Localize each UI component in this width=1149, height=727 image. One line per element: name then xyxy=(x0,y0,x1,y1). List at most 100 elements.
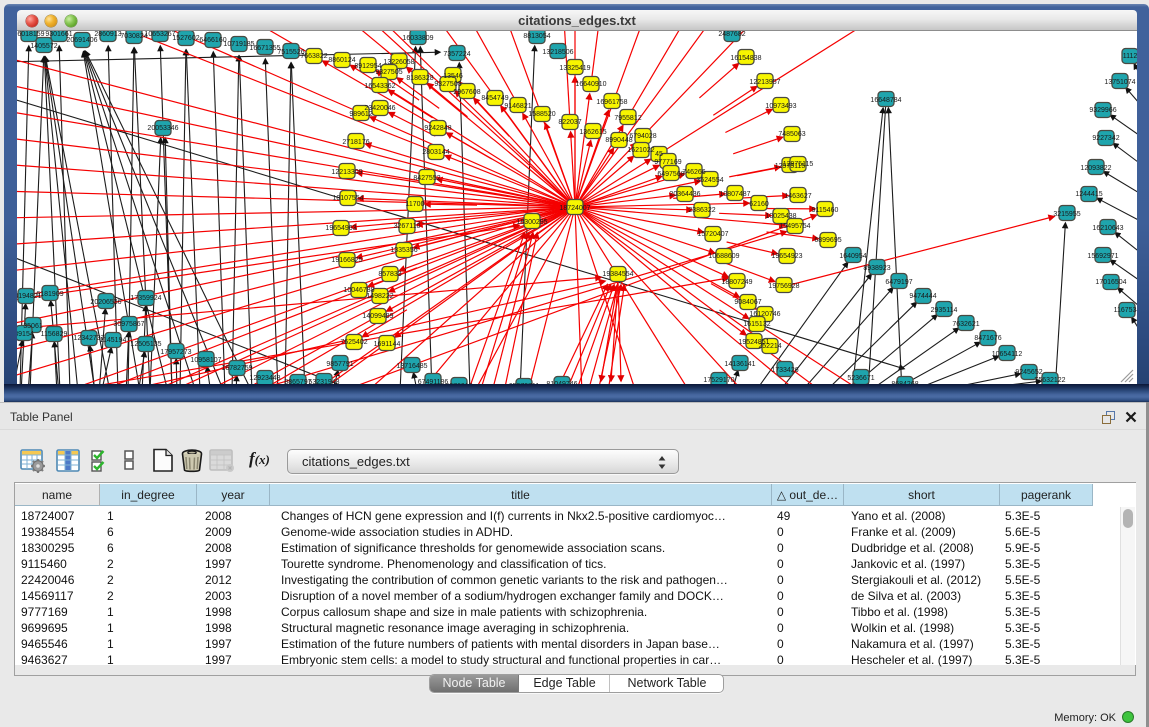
svg-text:14099489: 14099489 xyxy=(362,313,393,320)
svg-text:18300295: 18300295 xyxy=(516,219,547,226)
svg-text:1588520: 1588520 xyxy=(528,111,555,118)
svg-text:15720407: 15720407 xyxy=(697,231,728,238)
svg-text:15692971: 15692971 xyxy=(1087,253,1118,260)
svg-text:9777169: 9777169 xyxy=(654,159,681,166)
svg-text:12923448: 12923448 xyxy=(249,375,280,382)
svg-text:19654923: 19654923 xyxy=(771,253,802,260)
svg-text:1527602: 1527602 xyxy=(172,35,199,42)
svg-text:17016504: 17016504 xyxy=(1095,279,1126,286)
svg-text:12505135: 12505135 xyxy=(130,341,161,348)
svg-text:1145194: 1145194 xyxy=(100,337,127,344)
svg-text:9245652: 9245652 xyxy=(1015,369,1042,376)
svg-text:2803144: 2803144 xyxy=(422,149,449,156)
svg-text:2935114: 2935114 xyxy=(931,307,958,314)
svg-text:7663822: 7663822 xyxy=(300,53,327,60)
svg-text:8186328: 8186328 xyxy=(406,75,433,82)
svg-text:1463627: 1463627 xyxy=(784,193,811,200)
svg-text:11700: 11700 xyxy=(406,201,425,208)
svg-text:2386322: 2386322 xyxy=(688,207,715,214)
svg-text:16033809: 16033809 xyxy=(402,35,433,42)
svg-text:20691406: 20691406 xyxy=(66,37,97,44)
svg-text:8454749: 8454749 xyxy=(481,95,508,102)
svg-text:1733426: 1733426 xyxy=(771,367,798,374)
svg-text:12093822: 12093822 xyxy=(1080,165,1111,172)
svg-text:9084067: 9084067 xyxy=(734,299,761,306)
svg-text:7632621: 7632621 xyxy=(952,321,979,328)
svg-text:8813054: 8813054 xyxy=(523,33,550,40)
svg-text:3624554: 3624554 xyxy=(696,177,723,184)
svg-text:9327508: 9327508 xyxy=(434,81,461,88)
svg-text:6479197: 6479197 xyxy=(885,279,912,286)
svg-text:857833: 857833 xyxy=(378,271,401,278)
svg-text:8860124: 8860124 xyxy=(328,57,355,64)
svg-text:9146821: 9146821 xyxy=(504,103,531,110)
svg-text:19384554: 19384554 xyxy=(602,271,633,278)
svg-text:10973493: 10973493 xyxy=(765,103,796,110)
svg-text:7955812: 7955812 xyxy=(614,115,641,122)
svg-text:822037: 822037 xyxy=(558,119,581,126)
svg-text:1244415: 1244415 xyxy=(1075,191,1102,198)
svg-text:16648784: 16648784 xyxy=(870,97,901,104)
svg-text:1640954: 1640954 xyxy=(839,253,866,260)
svg-text:20053346: 20053346 xyxy=(147,125,178,132)
svg-text:16782759: 16782759 xyxy=(221,365,252,372)
svg-text:7357224: 7357224 xyxy=(443,51,470,58)
svg-text:39154: 39154 xyxy=(17,331,34,338)
svg-text:19756928: 19756928 xyxy=(768,283,799,290)
svg-text:17529170: 17529170 xyxy=(703,377,734,384)
svg-text:16120746: 16120746 xyxy=(749,311,780,318)
svg-text:5236671: 5236671 xyxy=(847,375,874,382)
svg-text:8471676: 8471676 xyxy=(974,335,1001,342)
svg-text:1621022: 1621022 xyxy=(627,147,654,154)
svg-text:10807487: 10807487 xyxy=(719,191,750,198)
svg-text:989612: 989612 xyxy=(349,111,372,118)
svg-text:16671355: 16671355 xyxy=(249,45,280,52)
svg-text:13325419: 13325419 xyxy=(559,65,590,72)
svg-text:23420046: 23420046 xyxy=(364,105,395,112)
svg-text:10958107: 10958107 xyxy=(190,357,221,364)
svg-text:9327505: 9327505 xyxy=(375,69,402,76)
svg-text:9115460: 9115460 xyxy=(812,207,839,214)
svg-text:20364436: 20364436 xyxy=(669,191,700,198)
svg-text:252214: 252214 xyxy=(758,343,781,350)
svg-text:16154838: 16154838 xyxy=(730,55,761,62)
svg-text:1498222: 1498222 xyxy=(366,293,393,300)
svg-text:3215955: 3215955 xyxy=(1053,211,1080,218)
svg-text:746266: 746266 xyxy=(682,169,705,176)
svg-text:9227342: 9227342 xyxy=(1092,135,1119,142)
svg-text:13546: 13546 xyxy=(443,73,463,80)
svg-text:3267110: 3267110 xyxy=(394,223,421,230)
svg-text:9474444: 9474444 xyxy=(909,293,936,300)
svg-text:1335356: 1335356 xyxy=(390,247,417,254)
svg-text:6899695: 6899695 xyxy=(814,237,841,244)
svg-text:10653267: 10653267 xyxy=(144,31,175,38)
svg-text:30975867: 30975867 xyxy=(113,321,144,328)
svg-text:19166825: 19166825 xyxy=(331,257,362,264)
svg-text:15495754: 15495754 xyxy=(779,223,810,230)
svg-text:9242848: 9242848 xyxy=(424,125,451,132)
svg-text:13751074: 13751074 xyxy=(1104,79,1135,86)
svg-text:20206536: 20206536 xyxy=(90,299,121,306)
svg-text:17957273: 17957273 xyxy=(160,349,191,356)
svg-text:16543362: 16543362 xyxy=(364,83,395,90)
svg-text:75632122: 75632122 xyxy=(1034,377,1065,384)
svg-text:9329966: 9329966 xyxy=(1089,107,1116,114)
svg-text:2860913: 2860913 xyxy=(94,31,121,38)
svg-text:12213309: 12213309 xyxy=(331,169,362,176)
svg-text:62160: 62160 xyxy=(749,201,769,208)
svg-text:14136141: 14136141 xyxy=(724,361,755,368)
svg-text:1167534: 1167534 xyxy=(1114,307,1137,314)
svg-text:16210643: 16210643 xyxy=(1092,225,1123,232)
svg-text:10654112: 10654112 xyxy=(992,351,1023,358)
svg-text:12975115: 12975115 xyxy=(783,161,814,168)
svg-text:16961758: 16961758 xyxy=(596,99,627,106)
svg-text:2967608: 2967608 xyxy=(453,89,480,96)
svg-text:35061: 35061 xyxy=(23,323,43,330)
svg-text:1405572: 1405572 xyxy=(30,43,57,50)
svg-text:17359924: 17359924 xyxy=(130,295,161,302)
svg-text:1112: 1112 xyxy=(1123,53,1137,60)
svg-text:6181909: 6181909 xyxy=(36,291,63,298)
svg-text:36018159: 36018159 xyxy=(17,31,45,38)
svg-text:8427552: 8427552 xyxy=(413,175,440,182)
svg-text:10025438: 10025438 xyxy=(765,213,796,220)
